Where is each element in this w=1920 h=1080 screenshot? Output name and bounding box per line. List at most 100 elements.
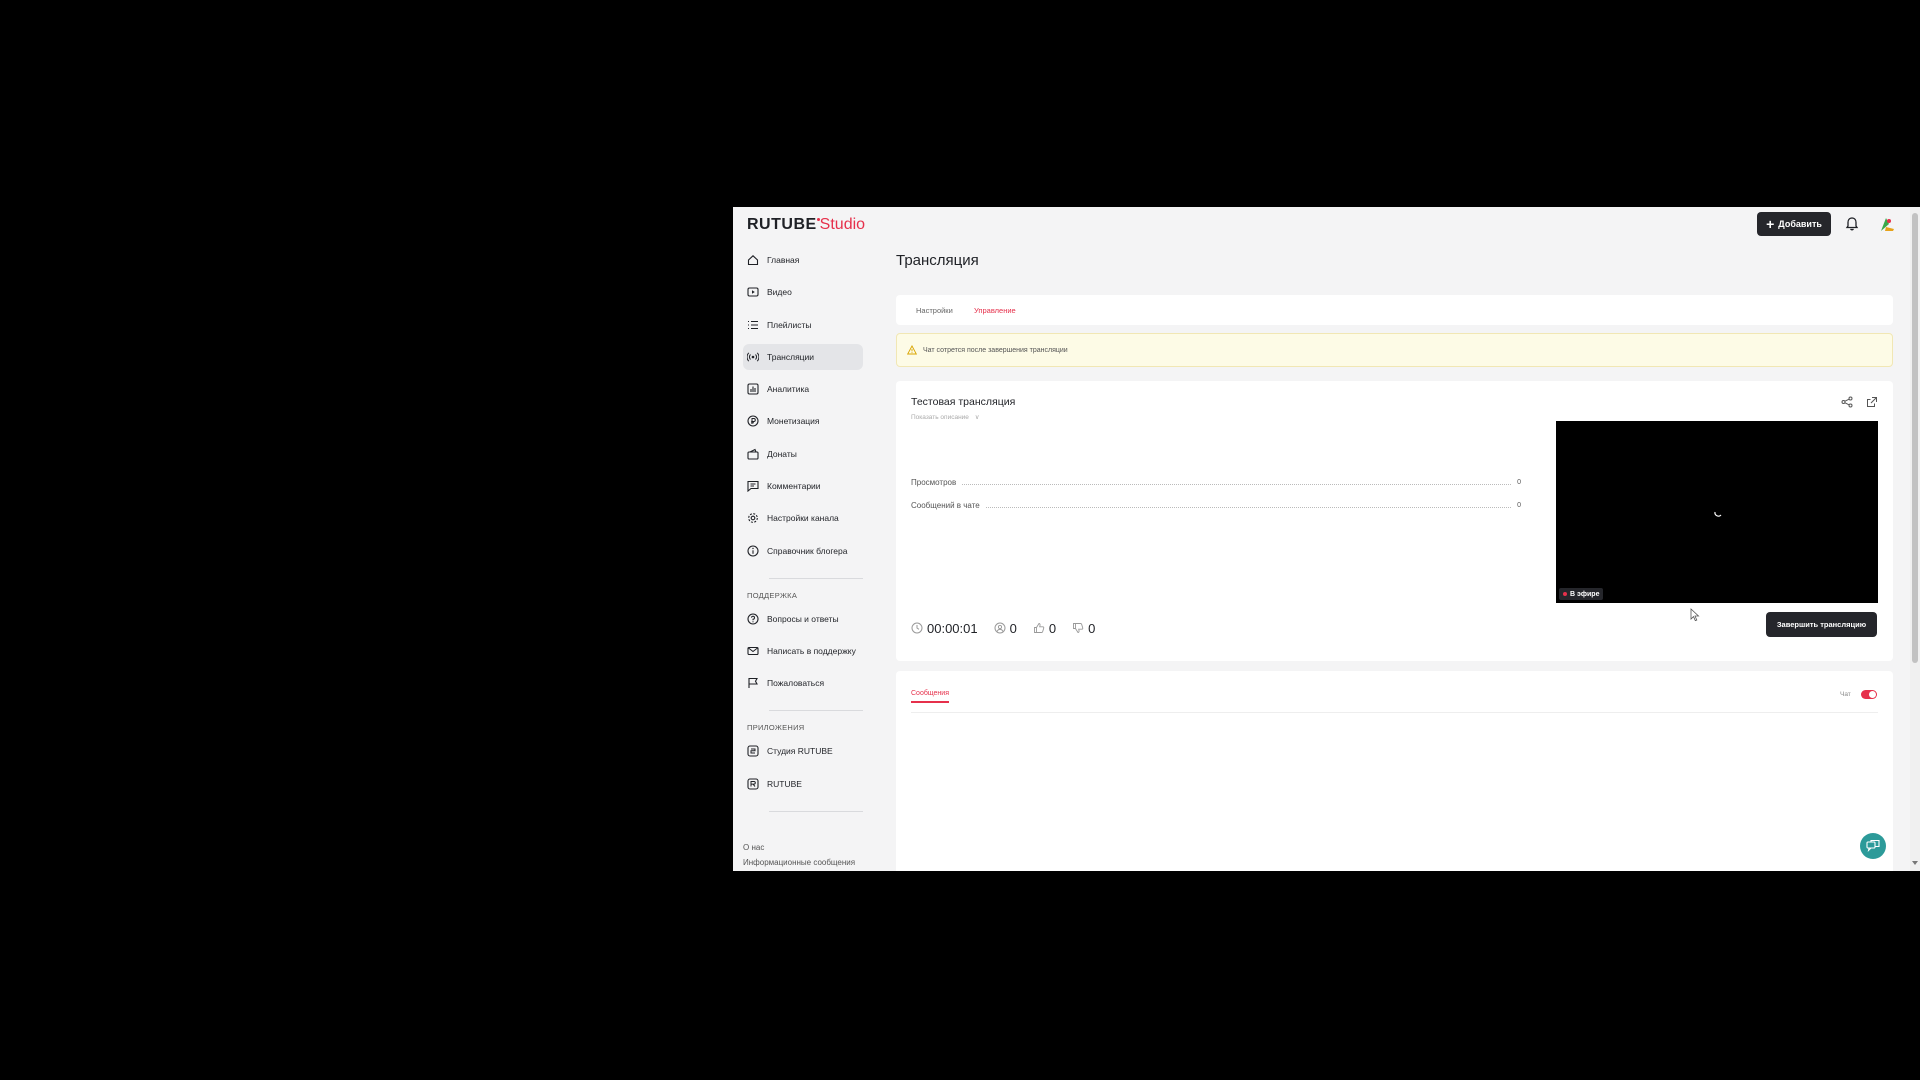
share-icon[interactable] [1841,396,1853,408]
sidebar-item-rutube-app[interactable]: RUTUBE [743,771,863,797]
tab-management[interactable]: Управление [974,295,1016,325]
stream-metrics: 00:00:01 0 0 0 [911,620,1111,636]
sidebar-item-comments[interactable]: Комментарии [743,473,863,499]
logo-sub: Studio [819,216,866,233]
rutube-studio-logo[interactable]: RUTUBE Studio [747,216,865,234]
sidebar-item-video[interactable]: Видео [743,279,863,305]
about-link[interactable]: О нас [743,840,855,855]
dotted-leader [962,483,1512,485]
sidebar-item-broadcasts[interactable]: Трансляции [743,343,863,370]
stream-card: Тестовая трансляция Показать описание ∨ … [896,381,1893,661]
sidebar-item-label: Вопросы и ответы [767,613,839,624]
chat-bubbles-icon [1866,839,1880,853]
page-scrollbar[interactable] [1910,207,1920,871]
sidebar-item-label: Плейлисты [767,319,812,330]
tab-bar: Настройки Управление [896,295,1893,325]
chat-toggle[interactable] [1861,690,1877,699]
likes-value: 0 [1048,620,1057,636]
tab-messages[interactable]: Сообщения [911,690,949,703]
add-button[interactable]: + Добавить [1757,212,1831,236]
dislikes-value: 0 [1088,620,1096,636]
sidebar-item-donates[interactable]: Донаты [743,441,863,467]
flag-icon [747,677,759,689]
footer-links: О нас Информационные сообщения [743,840,855,870]
support-chat-button[interactable] [1860,833,1886,859]
support-section-title: ПОДДЕРЖКА [747,590,798,600]
info-icon [747,545,759,557]
sidebar-item-studio-app[interactable]: Студия RUTUBE [743,738,863,764]
sidebar-item-label: RUTUBE [767,778,802,789]
thumbs-up-icon [1033,623,1045,633]
sidebar-item-faq[interactable]: Вопросы и ответы [743,606,863,632]
chat-card: Сообщения Чат [896,671,1893,871]
sidebar-item-label: Справочник блогера [767,545,848,556]
sidebar-divider [769,810,863,812]
chat-toggle-label: Чат [1840,691,1851,698]
sidebar-item-channel-settings[interactable]: Настройки канала [743,505,863,531]
sidebar-item-write-support[interactable]: Написать в поддержку [743,638,863,664]
sidebar-item-label: Монетизация [767,416,820,427]
end-stream-button[interactable]: Завершить трансляцию [1766,612,1877,637]
sidebar-item-label: Донаты [767,448,797,459]
dotted-leader [985,506,1512,508]
clock-icon [911,622,923,634]
mouse-cursor-icon [1690,608,1700,622]
viewers-metric: 0 [994,621,1017,636]
live-badge-label: В эфире [1570,590,1600,598]
rutube-app-icon [747,778,759,790]
home-icon [747,254,759,266]
scrollbar-thumb[interactable] [1912,213,1918,663]
dislikes-metric: 0 [1072,621,1095,636]
scroll-down-arrow-icon[interactable] [1912,861,1918,865]
sidebar-item-label: Аналитика [767,384,810,395]
views-stat-row: Просмотров 0 [911,476,1521,488]
chat-messages-stat-row: Сообщений в чате 0 [911,499,1521,511]
sidebar-item-home[interactable]: Главная [743,247,863,273]
bell-icon[interactable] [1844,216,1860,232]
toggle-knob [1869,691,1876,698]
sidebar-item-label: Видео [767,287,792,298]
open-external-icon[interactable] [1866,396,1878,408]
chat-divider [911,712,1878,713]
sidebar-item-analytics[interactable]: Аналитика [743,376,863,402]
show-description-label: Показать описание [911,414,969,421]
studio-window: RUTUBE Studio + Добавить Главная Видео Пл… [733,207,1920,871]
sidebar-item-monetization[interactable]: Монетизация [743,408,863,434]
apps-section-title: ПРИЛОЖЕНИЯ [747,723,805,733]
sidebar-item-playlists[interactable]: Плейлисты [743,312,863,338]
video-player[interactable]: В эфире [1556,421,1878,603]
analytics-icon [747,383,759,395]
gear-icon [747,512,759,524]
stream-title: Тестовая трансляция [911,396,1016,408]
live-dot-icon [1563,592,1567,596]
chat-messages-value: 0 [1517,501,1521,509]
sidebar-item-label: Студия RUTUBE [767,746,833,757]
alert-text: Чат сотрется после завершения трансляции [923,346,1068,354]
chevron-down-icon: ∨ [974,414,980,421]
live-badge: В эфире [1559,588,1604,600]
plus-icon: + [1766,216,1775,232]
sidebar-item-label: Главная [767,255,800,265]
monetization-icon [747,415,759,428]
avatar[interactable] [1877,215,1895,233]
views-value: 0 [1517,478,1521,486]
likes-metric: 0 [1033,621,1056,636]
sidebar-item-label: Комментарии [767,481,821,492]
sidebar-divider [769,577,863,579]
views-label: Просмотров [911,477,957,487]
mail-icon [747,645,759,657]
add-button-label: Добавить [1778,219,1822,229]
studio-app-icon [747,745,759,757]
question-icon [747,613,759,625]
info-messages-link[interactable]: Информационные сообщения [743,855,855,870]
tab-settings[interactable]: Настройки [916,295,953,325]
show-description-toggle[interactable]: Показать описание ∨ [911,413,979,421]
viewers-value: 0 [1009,620,1017,636]
sidebar-item-label: Пожаловаться [767,678,825,689]
loading-spinner-icon [1714,511,1722,517]
sidebar: Главная Видео Плейлисты Трансляции Анали… [743,247,863,812]
sidebar-item-blogger-guide[interactable]: Справочник блогера [743,538,863,564]
playlist-icon [747,319,759,331]
broadcast-icon [747,351,759,363]
sidebar-item-report[interactable]: Пожаловаться [743,670,863,696]
